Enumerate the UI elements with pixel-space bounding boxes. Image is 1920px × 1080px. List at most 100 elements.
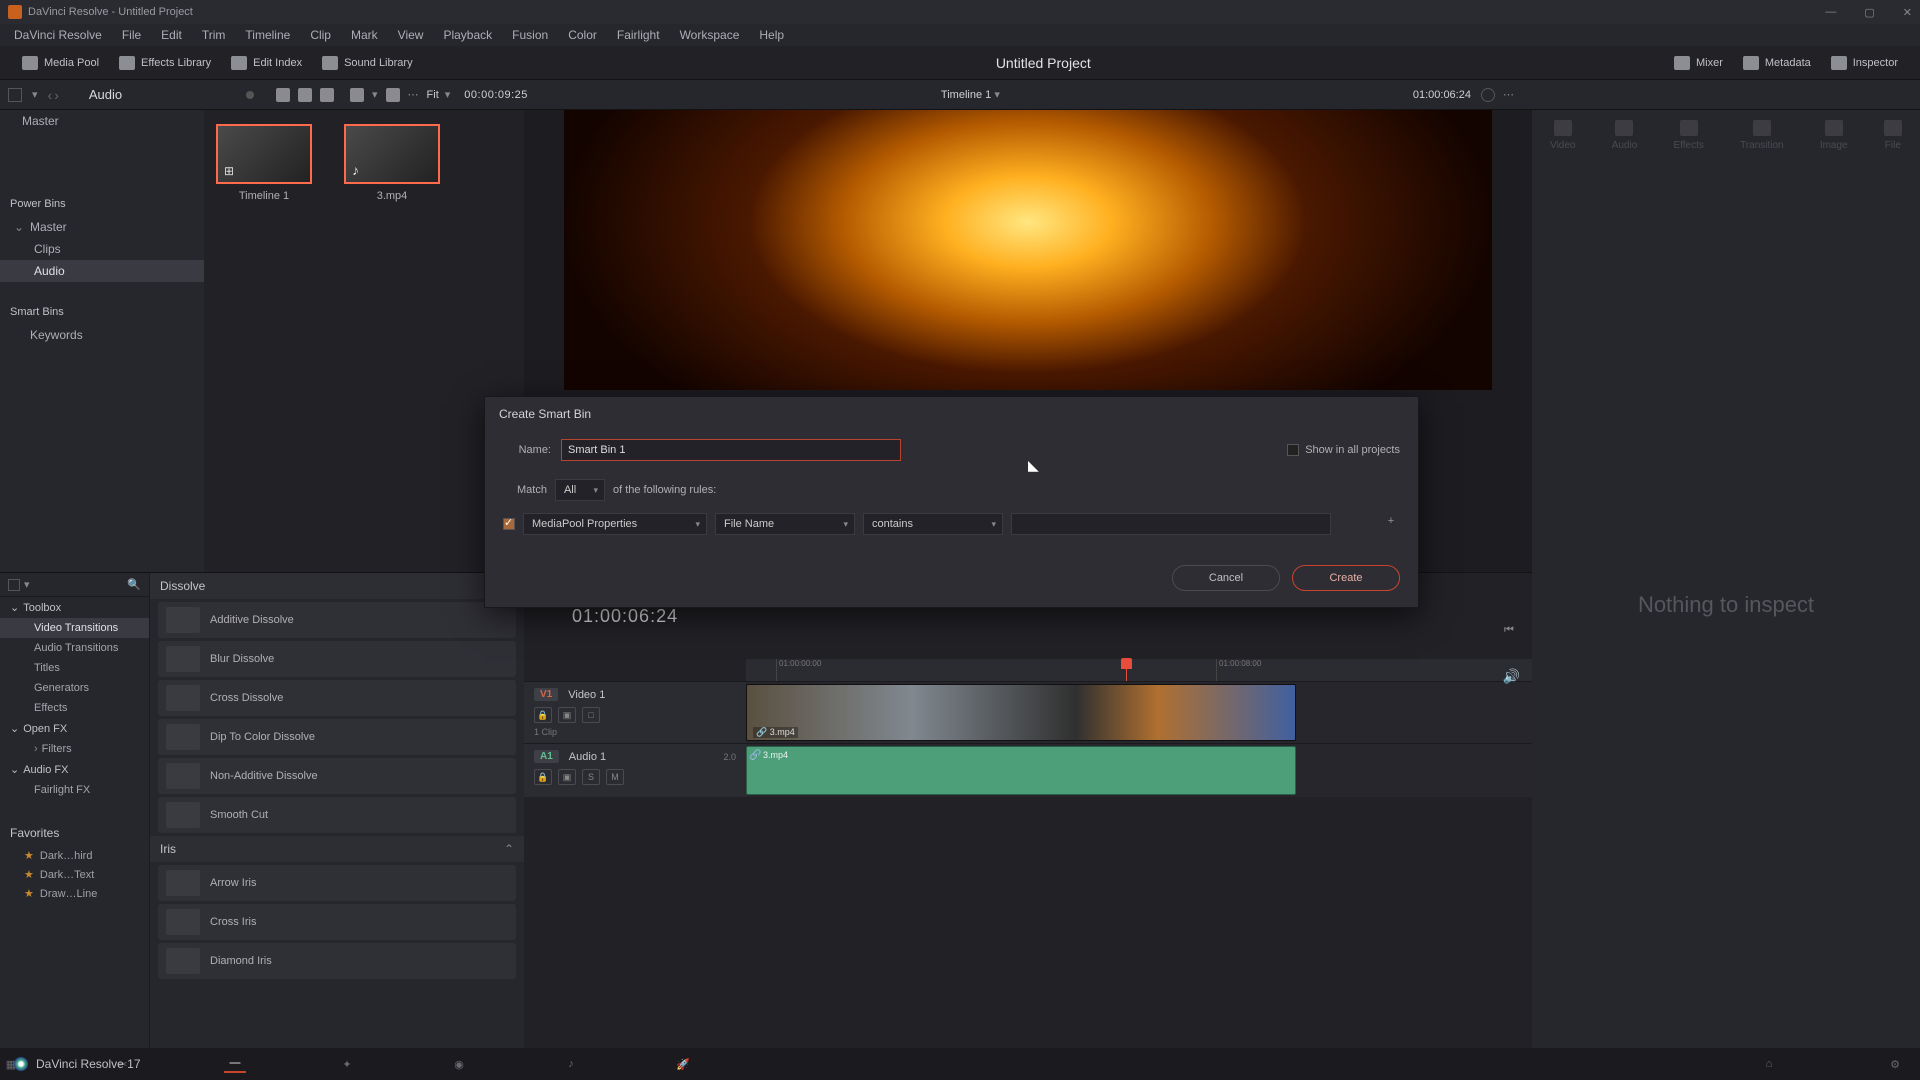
nav-fwd[interactable]: › [54,87,59,103]
more-icon[interactable]: ⋯ [1503,88,1514,101]
search-icon[interactable] [350,88,364,102]
tab-audio[interactable]: Audio [1612,120,1638,151]
rule-operator-select[interactable]: contains [863,513,1003,535]
menu-item[interactable]: Help [749,28,794,42]
fx-video-transitions[interactable]: Video Transitions [0,618,149,638]
page-fusion[interactable]: ✦ [336,1055,358,1073]
close-icon[interactable]: ✕ [1903,6,1912,19]
fx-list-item[interactable]: Cross Dissolve [158,680,516,716]
page-edit[interactable]: ⎯⎯ [224,1055,246,1073]
menu-item[interactable]: Clip [300,28,341,42]
track-solo-icon[interactable]: S [582,769,600,785]
fx-effects[interactable]: Effects [0,698,149,718]
favorite-item[interactable]: ★Dark…Text [0,865,149,884]
track-lock-icon[interactable]: 🔒 [534,707,552,723]
maximize-icon[interactable]: ▢ [1864,6,1874,19]
bypass-icon[interactable] [1481,88,1495,102]
chevron-down-icon[interactable]: ▾ [32,88,38,101]
create-button[interactable]: Create [1292,565,1400,591]
bin-audio[interactable]: Audio [0,260,204,282]
search-icon[interactable]: 🔍 [127,578,141,591]
show-all-projects-checkbox[interactable]: Show in all projects [1287,444,1400,456]
chevron-down-icon[interactable]: ⌄ [10,722,19,735]
fx-list-item[interactable]: Non-Additive Dissolve [158,758,516,794]
fx-fairlight[interactable]: Fairlight FX [0,780,149,800]
menu-item[interactable]: Workspace [670,28,750,42]
chevron-down-icon[interactable]: ⌄ [10,763,19,776]
tab-image[interactable]: Image [1820,120,1848,151]
fx-list-item[interactable]: Cross Iris [158,904,516,940]
chevron-down-icon[interactable]: ▾ [372,88,378,101]
chevron-down-icon[interactable]: ⌄ [14,220,24,234]
timeline-ruler[interactable]: 01:00:00:00 01:00:08:00 [746,659,1532,681]
media-thumb-clip[interactable]: 3.mp4 [344,124,440,202]
chevron-down-icon[interactable]: ▾ [445,88,451,101]
playhead[interactable] [1126,659,1127,681]
volume-icon[interactable]: 🔊 [1503,668,1520,685]
tab-file[interactable]: File [1884,120,1902,151]
fx-toolbox-header[interactable]: ⌄Toolbox [0,597,149,618]
menu-item[interactable]: DaVinci Resolve [4,28,112,42]
more-icon[interactable]: ⋯ [408,88,419,101]
view-thumb-icon[interactable] [276,88,290,102]
menu-item[interactable]: Edit [151,28,192,42]
track-enable-icon[interactable]: ▣ [558,707,576,723]
media-thumb-timeline[interactable]: Timeline 1 [216,124,312,202]
menu-item[interactable]: Fairlight [607,28,670,42]
view-list-icon[interactable] [320,88,334,102]
view-grid-icon[interactable] [298,88,312,102]
menu-item[interactable]: Trim [192,28,236,42]
fx-filters[interactable]: ›Filters [0,739,149,759]
audio-clip[interactable]: 🔗 3.mp4 [746,746,1296,795]
tab-transition[interactable]: Transition [1740,120,1784,151]
rule-property-select[interactable]: MediaPool Properties [523,513,707,535]
favorite-item[interactable]: ★Dark…hird [0,846,149,865]
chevron-down-icon[interactable]: ▾ [24,578,30,591]
fx-list-item[interactable]: Smooth Cut [158,797,516,833]
tab-effects[interactable]: Effects [1673,120,1703,151]
menu-item[interactable]: Timeline [235,28,300,42]
edit-index-button[interactable]: Edit Index [221,52,312,74]
mixer-button[interactable]: Mixer [1664,52,1733,74]
menu-item[interactable]: File [112,28,151,42]
nav-back[interactable]: ‹ [48,87,53,103]
fx-list-item[interactable]: Additive Dissolve [158,602,516,638]
fx-audio-transitions[interactable]: Audio Transitions [0,638,149,658]
track-enable-icon[interactable]: ▣ [558,769,576,785]
rule-value-input[interactable] [1011,513,1331,535]
track-lane-video[interactable]: 🔗 3.mp4 [746,681,1532,743]
zoom-fit[interactable]: Fit [427,89,439,101]
fx-openfx-header[interactable]: ⌄Open FX [0,718,149,739]
bin-clips[interactable]: Clips [0,238,204,260]
timeline-timecode[interactable]: 01:00:06:24 [572,606,678,627]
cancel-button[interactable]: Cancel [1172,565,1280,591]
minimize-icon[interactable]: — [1825,6,1836,19]
sound-library-button[interactable]: Sound Library [312,52,423,74]
media-pool-button[interactable]: Media Pool [12,52,109,74]
fx-list-item[interactable]: Dip To Color Dissolve [158,719,516,755]
track-lane-audio[interactable]: 🔗 3.mp4 [746,743,1532,797]
power-bin-master[interactable]: ⌄Master [0,216,204,238]
page-fairlight[interactable]: ♪ [560,1055,582,1073]
fx-category-iris[interactable]: Iris⌃ [150,836,524,862]
preview-viewer[interactable] [564,110,1492,390]
menu-item[interactable]: Mark [341,28,388,42]
prev-frame-icon[interactable]: ⏮ [1504,624,1520,640]
fx-category-dissolve[interactable]: Dissolve⌃ [150,573,524,599]
page-color[interactable]: ◉ [448,1055,470,1073]
track-lock-icon[interactable]: 🔒 [534,769,552,785]
fx-list-item[interactable]: Arrow Iris [158,865,516,901]
effects-library-button[interactable]: Effects Library [109,52,221,74]
add-rule-button[interactable]: + [1382,515,1400,533]
page-deliver[interactable]: 🚀 [672,1055,694,1073]
chevron-down-icon[interactable]: ⌄ [10,601,19,614]
bin-master[interactable]: Master [0,110,204,132]
track-badge[interactable]: V1 [534,688,558,701]
fx-view-select[interactable] [8,579,20,591]
rule-enabled-checkbox[interactable] [503,518,515,530]
fx-audiofx-header[interactable]: ⌄Audio FX [0,759,149,780]
menu-item[interactable]: Fusion [502,28,558,42]
viewer-timeline-name[interactable]: Timeline 1 ▾ [941,88,1000,101]
menu-item[interactable]: View [388,28,434,42]
settings-icon[interactable]: ⚙ [1884,1055,1906,1073]
